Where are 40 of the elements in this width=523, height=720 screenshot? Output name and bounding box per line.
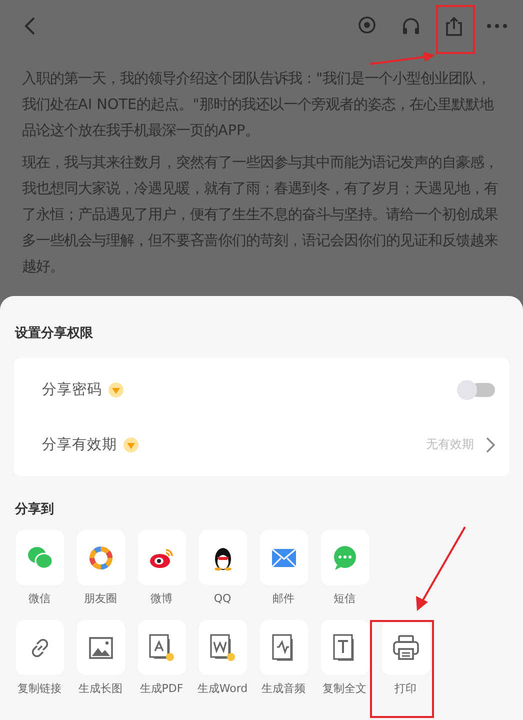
- pdf-file-icon: [148, 634, 174, 662]
- printer-icon: [392, 634, 418, 660]
- share-option-label: 复制链接: [18, 682, 62, 696]
- share-option-label: 微博: [150, 592, 172, 606]
- text-file-icon: [332, 634, 356, 662]
- share-option-button[interactable]: [198, 530, 246, 585]
- headphones-icon[interactable]: [401, 16, 421, 36]
- share-option-label: 复制全文: [322, 682, 366, 696]
- share-option-label: 朋友圈: [84, 592, 117, 606]
- share-option-label: 微信: [28, 592, 50, 606]
- share-option-label: 邮件: [272, 592, 294, 606]
- share-option-label: 生成长图: [78, 682, 122, 696]
- chevron-right-icon[interactable]: [486, 436, 495, 452]
- share-icon[interactable]: [445, 16, 463, 36]
- pointer-arrow: [370, 52, 435, 65]
- audio-file-icon: [272, 634, 296, 662]
- more-icon[interactable]: [487, 24, 507, 28]
- setting-value[interactable]: 无有效期: [426, 436, 474, 453]
- image-icon: [88, 636, 112, 658]
- message-bubble-icon: [332, 544, 358, 570]
- eye-logo-icon: [148, 546, 174, 568]
- note-paragraph: 入职的第一天，我的领导介绍这个团队告诉我："我们是一个小型创业团队，我们处在AI NOTE的起点。"那时的我还以一个旁观者的姿态，在心里默默地品论这个放在我手机最深一页的APP。: [21, 70, 495, 141]
- chat-bubbles-icon: [26, 546, 52, 570]
- setting-label: 分享密码: [42, 380, 102, 399]
- setting-label: 分享有效期: [42, 436, 117, 454]
- word-file-icon: [210, 634, 236, 662]
- toggle-switch[interactable]: [457, 380, 495, 400]
- share-option-label: 短信: [334, 592, 356, 606]
- section-title: 分享到: [14, 500, 55, 519]
- section-title: 设置分享权限: [14, 324, 94, 343]
- share-option-label: QQ: [214, 592, 232, 606]
- share-option-label: 生成音频: [262, 682, 306, 696]
- share-option-label: 生成Word: [197, 682, 248, 696]
- aperture-icon: [88, 546, 112, 570]
- share-option-label: 打印: [394, 682, 416, 696]
- highlight-frame: [436, 5, 475, 54]
- envelope-icon: [270, 548, 296, 568]
- share-option-label: 生成PDF: [140, 682, 184, 696]
- back-icon[interactable]: [24, 16, 36, 36]
- note-paragraph: 现在，我与其来往数月，突然有了一些因参与其中而能为语记发声的自豪感，我也想同大家说，冷遇见暖，就有了雨；春遇到冬，有了岁月；天遇见地，有了永恒；产品遇见了用户，便有了生生不息的奋斗与坚持。请给一个初创成果多一些机会与理解，但不要吝啬你们的苛刻，语记会因你们的见证和反馈越来越好。: [21, 154, 499, 277]
